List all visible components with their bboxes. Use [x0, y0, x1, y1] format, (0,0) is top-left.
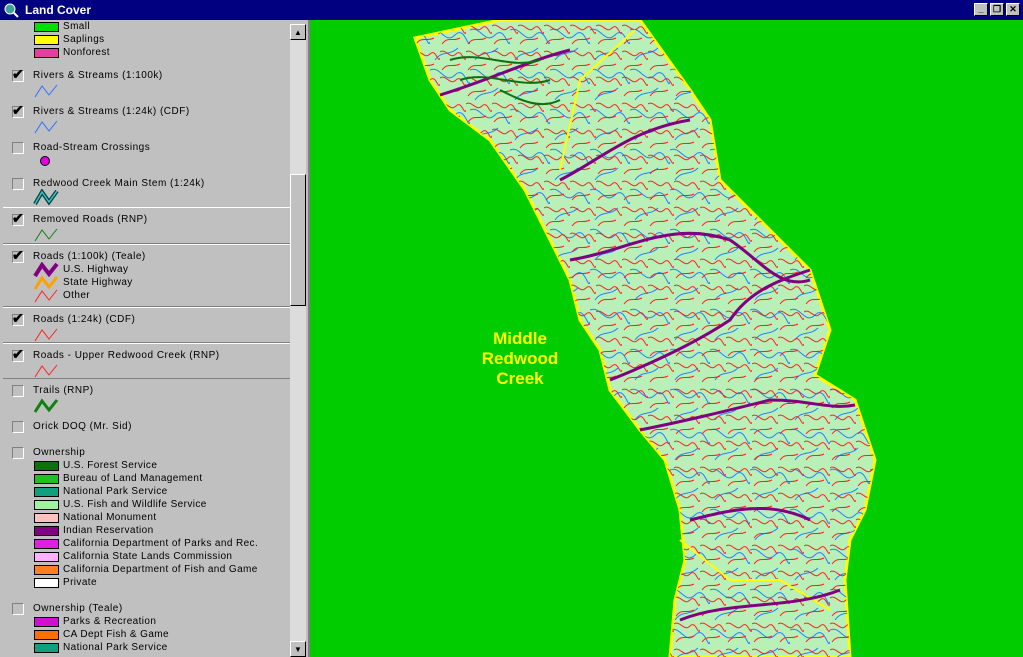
layer-name: Removed Roads (RNP)	[33, 214, 148, 225]
ownership-label: National Park Service	[63, 486, 168, 497]
scroll-down-button[interactable]: ▼	[290, 641, 306, 657]
ownership-label: Indian Reservation	[63, 525, 154, 536]
restore-button[interactable]: ❐	[990, 3, 1004, 16]
ownership-label: U.S. Fish and Wildlife Service	[63, 499, 207, 510]
ownership-label: California Department of Fish and Game	[63, 564, 258, 575]
layer-roads-24k[interactable]: ✔ Roads (1:24k) (CDF)	[3, 307, 290, 343]
layer-roads-upper-redwood[interactable]: ✔ Roads - Upper Redwood Creek (RNP)	[3, 343, 290, 379]
swatch-indian-reservation	[34, 526, 59, 536]
ownership-label: Parks & Recreation	[63, 616, 157, 627]
layer-checkbox[interactable]	[12, 142, 24, 154]
magenta-dot-symbol-icon	[40, 156, 50, 166]
layer-checkbox[interactable]: ✔	[12, 248, 24, 263]
close-button[interactable]: ✕	[1006, 3, 1020, 16]
swatch-us-forest-service	[34, 461, 59, 471]
layer-name: Roads (1:24k) (CDF)	[33, 314, 136, 325]
layer-checkbox[interactable]	[12, 421, 24, 433]
swatch-national-park-service	[34, 643, 59, 653]
swatch-nps	[34, 487, 59, 497]
map-label-line: Redwood	[481, 349, 559, 368]
layer-rivers-24k[interactable]: ✔ Rivers & Streams (1:24k) (CDF)	[3, 100, 290, 136]
map-label-line: Middle	[493, 329, 547, 348]
layer-checkbox[interactable]: ✔	[12, 347, 24, 362]
app-globe-icon	[4, 3, 19, 18]
map-view[interactable]: Middle Redwood Creek	[310, 20, 1023, 657]
swatch-blm	[34, 474, 59, 484]
swatch-ca-dept-fish-game	[34, 630, 59, 640]
ownership-label: CA Dept Fish & Game	[63, 629, 169, 640]
ownership-label: U.S. Forest Service	[63, 460, 158, 471]
layer-checkbox[interactable]	[12, 178, 24, 190]
layer-checkbox[interactable]	[12, 603, 24, 615]
blue-line-symbol-icon	[34, 120, 58, 134]
layer-checkbox[interactable]: ✔	[12, 103, 24, 118]
window-title: Land Cover	[25, 3, 92, 17]
road-class-label: State Highway	[63, 277, 133, 288]
ownership-label: California State Lands Commission	[63, 551, 233, 562]
layer-rivers-100k[interactable]: ✔ Rivers & Streams (1:100k)	[3, 64, 290, 100]
ownership-label: California Department of Parks and Rec.	[63, 538, 259, 549]
swatch-ca-fish-game	[34, 565, 59, 575]
swatch-ca-parks	[34, 539, 59, 549]
green-line-symbol-icon	[34, 228, 58, 242]
road-class-label: U.S. Highway	[63, 264, 129, 275]
layer-checkbox[interactable]: ✔	[12, 67, 24, 82]
swatch-ca-lands	[34, 552, 59, 562]
layer-name: Ownership (Teale)	[33, 603, 123, 614]
swatch-label: Small	[63, 21, 91, 32]
swatch-saplings	[34, 35, 59, 45]
swatch-private	[34, 578, 59, 588]
scroll-thumb[interactable]	[290, 174, 306, 306]
other-road-symbol-icon	[34, 289, 58, 303]
legend-scrollbar[interactable]: ▲ ▼	[290, 24, 306, 657]
layer-redwood-creek-main-stem[interactable]: Redwood Creek Main Stem (1:24k)	[3, 172, 290, 208]
layer-name: Ownership	[33, 447, 86, 458]
scroll-up-button[interactable]: ▲	[290, 24, 306, 40]
swatch-national-monument	[34, 513, 59, 523]
layer-checkbox[interactable]	[12, 447, 24, 459]
layer-ownership-teale[interactable]: Ownership (Teale) Parks & Recreation CA …	[3, 597, 290, 657]
swatch-parks-recreation	[34, 617, 59, 627]
layer-name: Rivers & Streams (1:24k) (CDF)	[33, 106, 190, 117]
layer-checkbox[interactable]: ✔	[12, 311, 24, 326]
road-class-label: Other	[63, 290, 91, 301]
ownership-label: National Park Service	[63, 642, 168, 653]
swatch-nonforest	[34, 48, 59, 58]
swatch-label: Saplings	[63, 34, 105, 45]
title-bar: Land Cover _ ❐ ✕	[0, 0, 1023, 20]
ownership-label: Private	[63, 577, 97, 588]
map-label-line: Creek	[496, 369, 544, 388]
layer-name: Rivers & Streams (1:100k)	[33, 70, 163, 81]
blue-line-symbol-icon	[34, 84, 58, 98]
layer-ownership[interactable]: Ownership U.S. Forest Service Bureau of …	[3, 441, 290, 597]
legend-panel: Small Saplings Nonforest ✔ Rivers & Stre…	[0, 20, 310, 657]
layer-orick-doq[interactable]: Orick DOQ (Mr. Sid)	[3, 415, 290, 441]
layer-name: Trails (RNP)	[33, 385, 94, 396]
swatch-usfws	[34, 500, 59, 510]
swatch-label: Nonforest	[63, 47, 110, 58]
layer-name: Roads (1:100k) (Teale)	[33, 251, 146, 262]
layer-trails[interactable]: Trails (RNP)	[3, 379, 290, 415]
layer-name: Orick DOQ (Mr. Sid)	[33, 421, 132, 432]
ownership-label: Bureau of Land Management	[63, 473, 203, 484]
trail-line-symbol-icon	[33, 398, 59, 413]
watershed-map[interactable]	[310, 20, 1023, 657]
red-line-symbol-icon	[34, 364, 58, 378]
ownership-label: National Monument	[63, 512, 157, 523]
layer-removed-roads[interactable]: ✔ Removed Roads (RNP)	[3, 207, 290, 244]
swatch-small	[34, 22, 59, 32]
teal-line-symbol-icon	[33, 189, 59, 206]
layer-roads-100k[interactable]: ✔ Roads (1:100k) (Teale) U.S. Highway St…	[3, 244, 290, 307]
layer-name: Redwood Creek Main Stem (1:24k)	[33, 178, 205, 189]
layer-name: Road-Stream Crossings	[33, 142, 151, 153]
layer-checkbox[interactable]	[12, 385, 24, 397]
layer-checkbox[interactable]: ✔	[12, 211, 24, 226]
layer-road-stream-crossings[interactable]: Road-Stream Crossings	[3, 136, 290, 172]
minimize-button[interactable]: _	[974, 3, 988, 16]
red-line-symbol-icon	[34, 328, 58, 342]
layer-name: Roads - Upper Redwood Creek (RNP)	[33, 350, 220, 361]
map-area-label: Middle Redwood Creek	[460, 329, 580, 389]
